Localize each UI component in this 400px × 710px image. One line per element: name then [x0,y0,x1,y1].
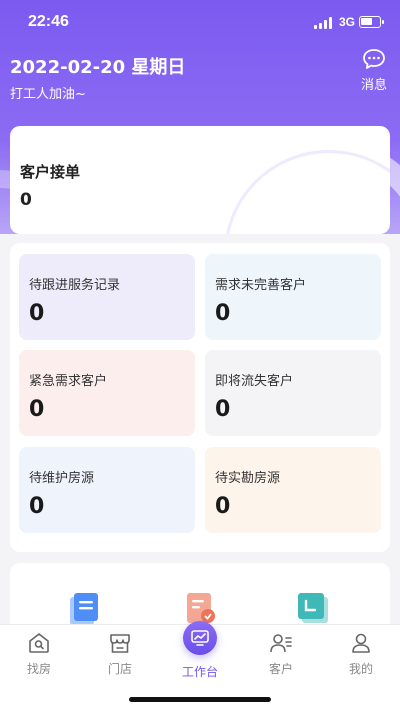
tab-profile[interactable]: 我的 [331,631,391,677]
current-date: 2022-02-20 星期日 [10,57,186,78]
tab-label: 客户 [268,662,293,676]
message-label: 消息 [360,78,387,93]
message-button[interactable]: 消息 [355,48,393,93]
tab-find-house[interactable]: 找房 [9,631,69,677]
home-indicator [129,697,271,702]
network-type: 3G [339,15,356,29]
chat-bubble-icon [363,49,385,69]
stat-label: 待实勘房源 [215,471,281,486]
status-time: 22:46 [28,13,69,30]
signal-icon [314,17,334,29]
stat-value: 0 [215,494,231,519]
stat-value: 0 [215,301,231,326]
stat-value: 0 [29,301,45,326]
stat-card[interactable]: 紧急需求客户 0 [19,350,195,436]
report-icon[interactable] [183,591,217,625]
header-slogan: 打工人加油~ [10,87,86,102]
tab-label: 找房 [26,662,51,676]
order-card-title: 客户接单 [20,163,81,181]
tab-workbench[interactable]: 工作台 [170,663,230,680]
workbench-center-button[interactable] [183,621,217,655]
tab-label: 工作台 [181,665,218,679]
customer-icon [270,634,292,653]
stat-card[interactable]: 待跟进服务记录 0 [19,254,195,340]
house-search-icon [29,633,49,653]
stat-card[interactable]: 即将流失客户 0 [205,350,381,436]
folder-icon[interactable] [296,591,330,625]
stat-label: 待跟进服务记录 [29,278,121,293]
stat-card[interactable]: 待维护房源 0 [19,447,195,533]
tab-label: 门店 [107,662,132,676]
stat-label: 需求未完善客户 [215,278,307,293]
stats-panel: 待跟进服务记录 0 需求未完善客户 0 紧急需求客户 0 即将流失客户 0 待维… [10,243,390,552]
store-icon [110,634,130,653]
stat-value: 0 [215,397,231,422]
dashboard-icon [191,630,209,646]
customer-order-card[interactable]: 客户接单 0 [10,126,390,234]
stat-card[interactable]: 待实勘房源 0 [205,447,381,533]
stat-label: 待维护房源 [29,471,95,486]
tab-label: 我的 [348,662,373,676]
document-icon[interactable] [68,591,102,625]
stat-card[interactable]: 需求未完善客户 0 [205,254,381,340]
tab-store[interactable]: 门店 [90,631,150,677]
stat-label: 紧急需求客户 [29,374,108,389]
order-card-value: 0 [20,190,32,210]
tab-customer[interactable]: 客户 [251,631,311,677]
stat-value: 0 [29,494,45,519]
decorative-ring [224,150,390,234]
profile-icon [352,633,370,653]
battery-icon [359,16,384,28]
status-bar: 22:46 3G [0,0,400,46]
stat-label: 即将流失客户 [215,374,294,389]
stat-value: 0 [29,397,45,422]
